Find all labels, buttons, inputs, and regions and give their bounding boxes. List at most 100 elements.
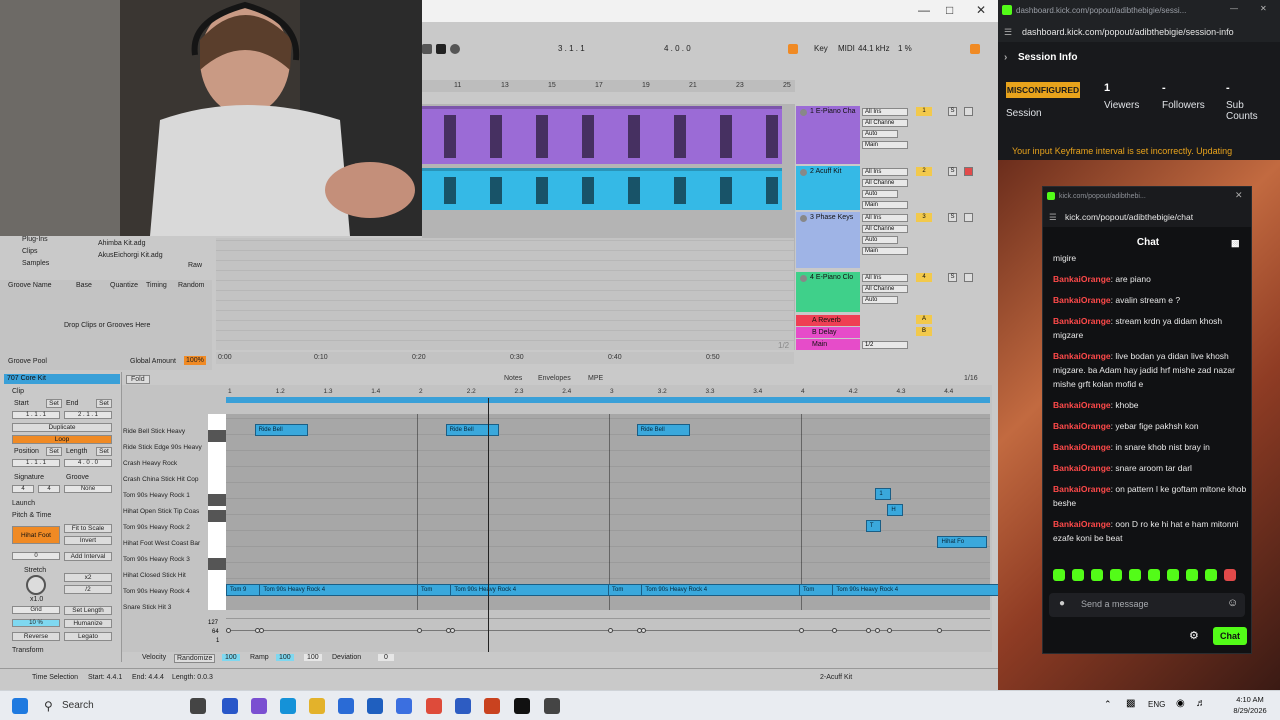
browser-item-clips[interactable]: Clips [22, 248, 38, 255]
app-icon[interactable] [251, 698, 267, 714]
emote-icon[interactable] [1186, 569, 1198, 581]
grid-select[interactable]: Grid [12, 606, 60, 614]
site-info-icon[interactable]: ☰ [1004, 27, 1012, 38]
pitch-time-section[interactable]: Pitch & Time [12, 512, 51, 519]
arrangement-clip-acuff[interactable] [422, 168, 782, 210]
velocity-marker[interactable] [875, 628, 881, 633]
duplicate-button[interactable]: Duplicate [12, 423, 112, 432]
output-select[interactable]: Main [862, 201, 908, 209]
length-set-button[interactable]: Set [96, 447, 112, 456]
legato-button[interactable]: Legato [64, 632, 112, 641]
drum-lane-name[interactable]: Ride Bell Stick Heavy [123, 424, 211, 440]
return-track-b[interactable]: B Delay [796, 327, 860, 338]
velocity-marker[interactable] [608, 628, 613, 633]
obs-icon[interactable] [544, 698, 560, 714]
velocity-marker[interactable] [226, 628, 231, 633]
track-activator-icon[interactable] [800, 215, 807, 222]
groove-drop-placeholder[interactable]: Drop Clips or Grooves Here [64, 322, 150, 329]
track-number[interactable]: 1 [916, 107, 932, 116]
status-track[interactable]: 2-Acuff Kit [820, 674, 852, 681]
main-track[interactable]: Main [796, 339, 860, 350]
arrangement-clip-epiano[interactable] [422, 106, 782, 164]
signature-numerator[interactable]: 4 [12, 485, 34, 493]
emote-icon[interactable] [1224, 569, 1236, 581]
input-channel-select[interactable]: All Channe [862, 119, 908, 127]
record-icon[interactable] [450, 44, 460, 54]
note-name-field[interactable]: Hihat Foot [12, 526, 60, 544]
rules-icon[interactable]: ● [1059, 598, 1065, 609]
emote-icon[interactable] [1148, 569, 1160, 581]
chat-url[interactable]: kick.com/popout/adibthebigie/chat [1065, 212, 1193, 222]
midi-note[interactable]: Ride Bell [445, 424, 500, 436]
chat-username[interactable]: BankaiOrange [1053, 295, 1111, 305]
velocity-marker[interactable] [832, 628, 838, 633]
signature-denominator[interactable]: 4 [38, 485, 60, 493]
app-icon[interactable] [455, 698, 471, 714]
stretch-knob[interactable] [26, 575, 46, 595]
drum-lane-name[interactable]: Crash Heavy Rock [123, 456, 211, 472]
velocity-marker[interactable] [937, 628, 943, 633]
fold-button[interactable]: Fold [126, 375, 150, 384]
drum-lane-name[interactable]: Ride Stick Edge 90s Heavy [123, 440, 211, 456]
kick-address-bar[interactable]: ☰ dashboard.kick.com/popout/adibthebigie… [998, 22, 1280, 42]
chrome-icon[interactable] [426, 698, 442, 714]
browser-file[interactable]: AkusEichorgi Kit.adg [98, 252, 163, 259]
track-activator-icon[interactable] [800, 275, 807, 282]
arrangement-ruler[interactable]: 11 13 15 17 19 21 23 25 [422, 80, 795, 92]
deviation-value[interactable]: 0 [378, 654, 394, 661]
chat-username[interactable]: BankaiOrange [1053, 400, 1111, 410]
start-field[interactable]: 1 . 1 . 1 [12, 411, 60, 419]
browser-item-plugins[interactable]: Plug-Ins [22, 236, 48, 243]
length-field[interactable]: 4 . 0 . 0 [64, 459, 112, 467]
input-channel-select[interactable]: All Channe [862, 285, 908, 293]
monitor-auto-button[interactable]: Auto [862, 236, 898, 244]
browser-file[interactable]: Ahimba Kit.adg [98, 240, 145, 247]
emote-icon[interactable] [1167, 569, 1179, 581]
chat-username[interactable]: BankaiOrange [1053, 463, 1111, 473]
emote-icon[interactable] [1205, 569, 1217, 581]
ableton-icon[interactable] [514, 698, 530, 714]
chat-username[interactable]: BankaiOrange [1053, 316, 1111, 326]
arm-icon[interactable] [964, 107, 973, 116]
drum-lane-name[interactable]: Snare Stick Hit 3 [123, 600, 211, 616]
taskbar-search[interactable]: ⚲ Search [38, 696, 182, 716]
midi-note[interactable]: Ride Bell [636, 424, 691, 436]
maximize-icon[interactable]: □ [946, 3, 953, 17]
position-field[interactable]: 1 . 1 . 1 [12, 459, 60, 467]
randomize-button[interactable]: Randomize [174, 654, 216, 663]
launch-section[interactable]: Launch [12, 500, 35, 507]
velocity-marker[interactable] [887, 628, 893, 633]
midi-map-button[interactable]: MIDI [838, 44, 855, 53]
fit-to-scale-button[interactable]: Fit to Scale [64, 524, 112, 533]
note-grid[interactable]: Ride Bell Ride Bell Ride Bell 1 H T Hihat Fo To… [226, 414, 998, 610]
close-icon[interactable]: ✕ [976, 3, 986, 17]
kick-url[interactable]: dashboard.kick.com/popout/adibthebigie/s… [1022, 27, 1234, 37]
input-channel-select[interactable]: All Channe [862, 179, 908, 187]
start-set-button[interactable]: Set [46, 399, 62, 408]
velocity-marker[interactable] [259, 628, 265, 633]
chat-username[interactable]: BankaiOrange [1053, 274, 1111, 284]
track-row-2[interactable]: 2 Acuff Kit All Ins All Channe Auto Main… [796, 166, 996, 210]
groove-select[interactable]: None [64, 485, 112, 493]
chat-username[interactable]: BankaiOrange [1053, 421, 1111, 431]
overview-icon[interactable] [970, 44, 980, 54]
language-indicator[interactable]: ENG [1148, 700, 1165, 709]
tab-envelopes[interactable]: Envelopes [538, 375, 571, 382]
close-icon[interactable]: ✕ [1260, 4, 1267, 13]
drum-lane-name[interactable]: Tom 90s Heavy Rock 1 [123, 488, 211, 504]
velocity-marker[interactable] [641, 628, 647, 633]
time-ruler[interactable]: 0:00 0:10 0:20 0:30 0:40 0:50 [216, 352, 794, 364]
track-number[interactable]: 4 [916, 273, 932, 282]
monitor-auto-button[interactable]: Auto [862, 130, 898, 138]
drum-lane-name[interactable]: Crash China Stick Hit Cop [123, 472, 211, 488]
grid-resolution[interactable]: 1/16 [964, 375, 978, 382]
file-explorer-icon[interactable] [309, 698, 325, 714]
solo-button[interactable]: S [948, 273, 957, 282]
windows-start-icon[interactable] [12, 698, 28, 714]
chat-username[interactable]: BankaiOrange [1053, 442, 1111, 452]
ramp-end[interactable]: 100 [304, 654, 322, 661]
taskbar-clock[interactable]: 4:10 AM 8/29/2026 [1222, 694, 1278, 716]
interval-field[interactable]: 0 [12, 552, 60, 560]
return-track-a[interactable]: A Reverb [796, 315, 860, 326]
gear-icon[interactable]: ⚙ [1189, 629, 1199, 642]
